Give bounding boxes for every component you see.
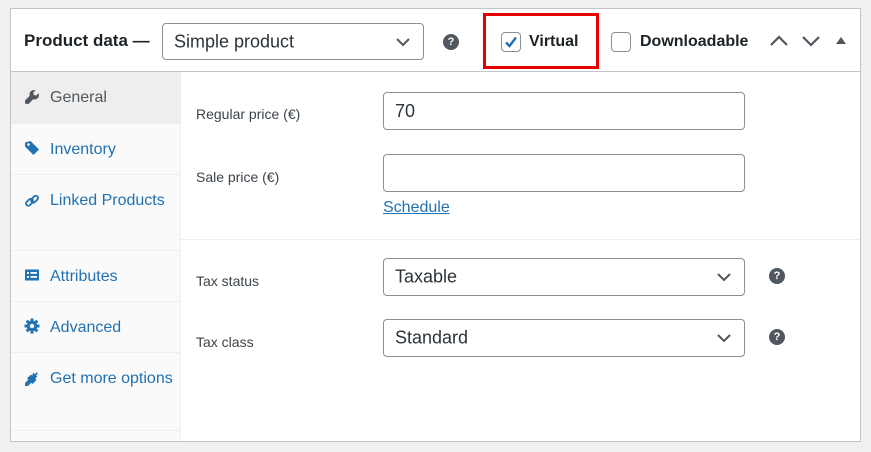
tab-general-label: General: [50, 89, 107, 106]
tax-class-select[interactable]: Standard: [383, 319, 745, 357]
virtual-checkbox[interactable]: [501, 32, 521, 52]
tab-linked-products[interactable]: Linked Products: [11, 175, 180, 251]
product-data-panel: Product data — Simple product ? Virtual …: [10, 8, 861, 442]
tax-status-value: Taxable: [395, 266, 458, 287]
tab-linked-products-label: Linked Products: [50, 192, 165, 209]
regular-price-label: Regular price (€): [196, 106, 301, 122]
tab-advanced-label: Advanced: [50, 319, 122, 336]
regular-price-input[interactable]: 70: [383, 92, 745, 130]
question-circle-icon[interactable]: ?: [769, 329, 785, 345]
product-data-tabs: General Inventory Linked Products Attrib…: [11, 72, 181, 441]
tab-inventory[interactable]: Inventory: [11, 124, 180, 175]
tab-get-more-options[interactable]: Get more options: [11, 353, 180, 431]
triangle-up-icon[interactable]: [835, 35, 847, 45]
tax-class-label: Tax class: [196, 334, 254, 350]
chevron-up-icon[interactable]: [769, 34, 789, 48]
section-divider: [181, 239, 860, 240]
chevron-down-icon: [717, 334, 731, 343]
tab-attributes-label: Attributes: [50, 268, 118, 285]
product-type-value: Simple product: [174, 31, 295, 51]
chevron-down-icon: [717, 273, 731, 282]
tab-inventory-label: Inventory: [50, 141, 116, 158]
downloadable-checkbox[interactable]: [611, 32, 631, 52]
product-type-select[interactable]: Simple product: [162, 23, 424, 60]
question-circle-icon[interactable]: ?: [443, 34, 459, 50]
tax-class-value: Standard: [395, 327, 469, 348]
chevron-down-icon: [396, 37, 410, 46]
sale-price-input[interactable]: [383, 154, 745, 192]
tax-status-label: Tax status: [196, 273, 260, 289]
downloadable-label[interactable]: Downloadable: [640, 33, 748, 51]
tax-status-select[interactable]: Taxable: [383, 258, 745, 296]
tab-advanced[interactable]: Advanced: [11, 302, 180, 353]
tab-attributes[interactable]: Attributes: [11, 251, 180, 302]
chevron-down-icon[interactable]: [801, 34, 821, 48]
virtual-label[interactable]: Virtual: [529, 33, 579, 51]
schedule-link[interactable]: Schedule: [383, 199, 450, 217]
panel-title: Product data —: [24, 31, 150, 50]
general-tab-content: Regular price (€) 70 Sale price (€) Sche…: [181, 72, 860, 441]
question-circle-icon[interactable]: ?: [769, 268, 785, 284]
tab-get-more-options-label: Get more options: [50, 370, 173, 387]
product-data-header: Product data — Simple product ? Virtual …: [11, 9, 860, 72]
sale-price-label: Sale price (€): [196, 169, 280, 185]
checkmark-icon: [505, 36, 517, 48]
tab-general[interactable]: General: [11, 72, 180, 124]
